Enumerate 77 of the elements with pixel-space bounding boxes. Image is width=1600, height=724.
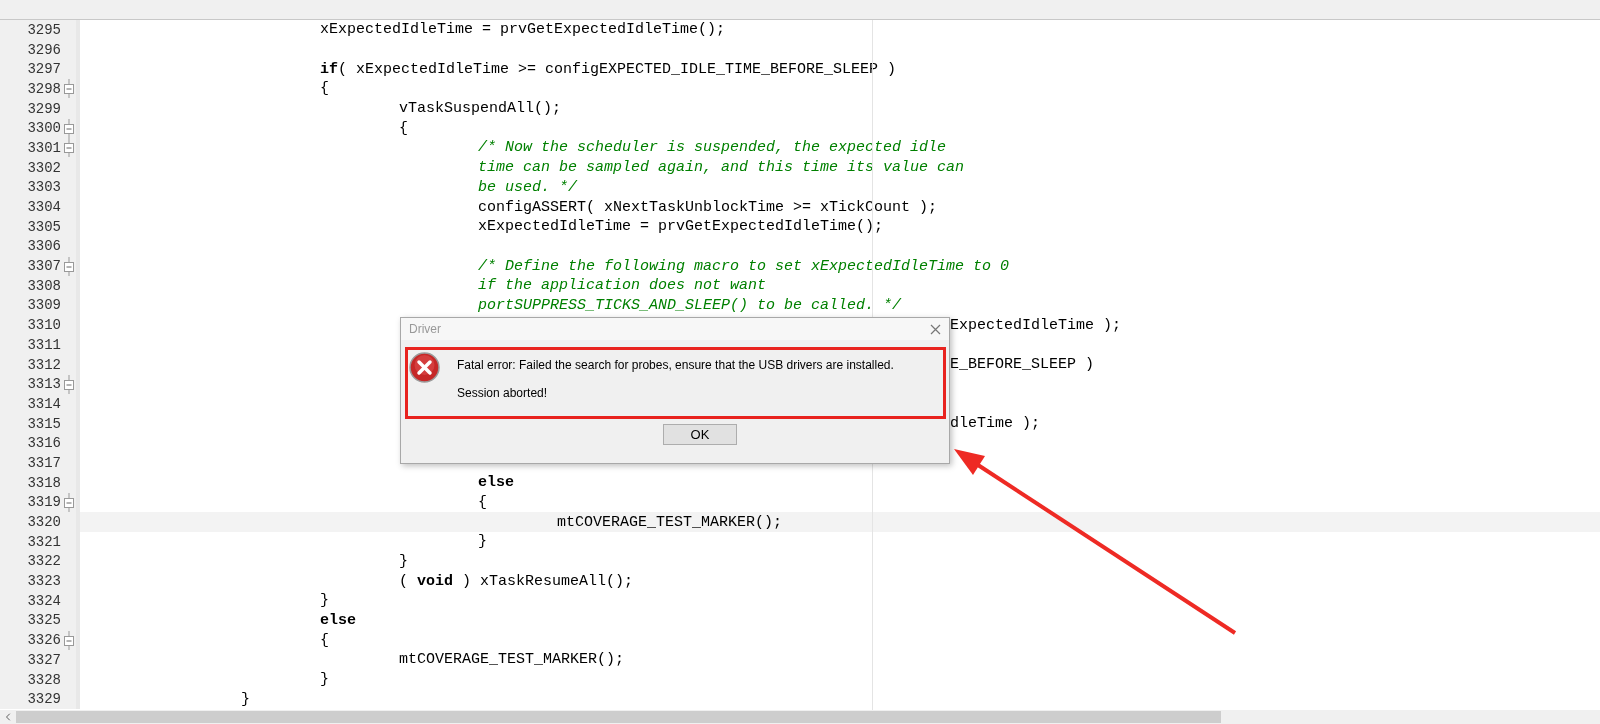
code-line: xExpectedIdleTime = prvGetExpectedIdleTime(); [319,22,726,38]
fold-toggle-icon[interactable] [64,118,74,138]
line-number: 3297 [27,62,61,77]
dialog-title: Driver [409,321,441,338]
line-number: 3306 [27,239,61,254]
code-line: } [319,593,329,609]
line-number: 3296 [27,42,61,57]
line-number: 3311 [27,337,61,352]
line-number: 3323 [27,574,61,589]
horizontal-scrollbar[interactable] [0,710,1600,724]
line-number: 3298 [27,81,61,96]
code-line: /* Define the following macro to set xExpectedIdleTime to 0 [477,258,1010,274]
code-line: } [319,672,329,688]
line-number: 3308 [27,278,61,293]
code-line: ( void ) xTaskResumeAll(); [398,573,634,589]
code-line: { [477,494,487,510]
line-number: 3325 [27,613,61,628]
code-line: ExpectedIdleTime ); [950,317,1122,333]
line-number: 3313 [27,377,61,392]
line-number: 3300 [27,121,61,136]
code-line: portSUPPRESS_TICKS_AND_SLEEP() to be called. */ [477,297,902,313]
code-line: { [319,632,329,648]
line-number: 3315 [27,416,61,431]
code-line: else [319,612,356,628]
line-number: 3319 [27,495,61,510]
line-number: 3316 [27,436,61,451]
line-number: 3317 [27,455,61,470]
line-number: 3326 [27,633,61,648]
error-icon [409,352,440,383]
line-number: 3305 [27,219,61,234]
line-number: 3310 [27,318,61,333]
line-number: 3318 [27,475,61,490]
line-number: 3314 [27,396,61,411]
line-number: 3321 [27,534,61,549]
line-number: 3299 [27,101,61,116]
code-line: /* Now the scheduler is suspended, the expected idle [477,140,947,156]
line-number: 3295 [27,22,61,37]
code-line: } [240,691,250,707]
code-line: configASSERT( xNextTaskUnblockTime >= xTickCount ); [477,199,938,215]
fold-toggle-icon[interactable] [64,374,74,394]
line-number: 3301 [27,140,61,155]
code-line: } [477,534,487,550]
line-number: 3303 [27,180,61,195]
code-line: else [477,475,514,491]
code-line: time can be sampled again, and this time its value can [477,160,965,176]
fold-toggle-icon[interactable] [64,256,74,276]
line-number: 3309 [27,298,61,313]
code-line: vTaskSuspendAll(); [398,101,562,117]
line-number: 3320 [27,515,61,530]
fold-toggle-icon[interactable] [64,492,74,512]
fold-toggle-icon[interactable] [64,79,74,99]
code-line: xExpectedIdleTime = prvGetExpectedIdleTime(); [477,219,884,235]
line-number: 3328 [27,672,61,687]
code-line: E_BEFORE_SLEEP ) [950,357,1095,373]
code-line: { [319,81,329,97]
line-number: 3329 [27,692,61,707]
code-line: mtCOVERAGE_TEST_MARKER(); [556,514,783,530]
fold-toggle-icon[interactable] [64,138,74,158]
line-number: 3304 [27,200,61,215]
line-number: 3302 [27,160,61,175]
fold-toggle-icon[interactable] [64,630,74,650]
line-number: 3327 [27,652,61,667]
code-line: if the application does not want [477,278,767,294]
code-line: mtCOVERAGE_TEST_MARKER(); [398,652,625,668]
error-detail: Session aborted! [457,387,549,399]
code-line: } [398,553,408,569]
code-line: be used. */ [477,179,578,195]
line-number: 3307 [27,259,61,274]
code-line: dleTime ); [950,416,1040,432]
error-message: Fatal error: Failed the search for probes, ensure that the USB drivers are installed. [457,359,894,371]
line-number: 3322 [27,554,61,569]
line-number: 3312 [27,357,61,372]
line-number: 3324 [27,593,61,608]
code-line: if( xExpectedIdleTime >= configEXPECTED_IDLE_TIME_BEFORE_SLEEP ) [319,61,897,77]
close-icon[interactable] [930,323,941,335]
code-line: { [398,120,408,136]
ok-button[interactable]: OK [663,424,737,445]
